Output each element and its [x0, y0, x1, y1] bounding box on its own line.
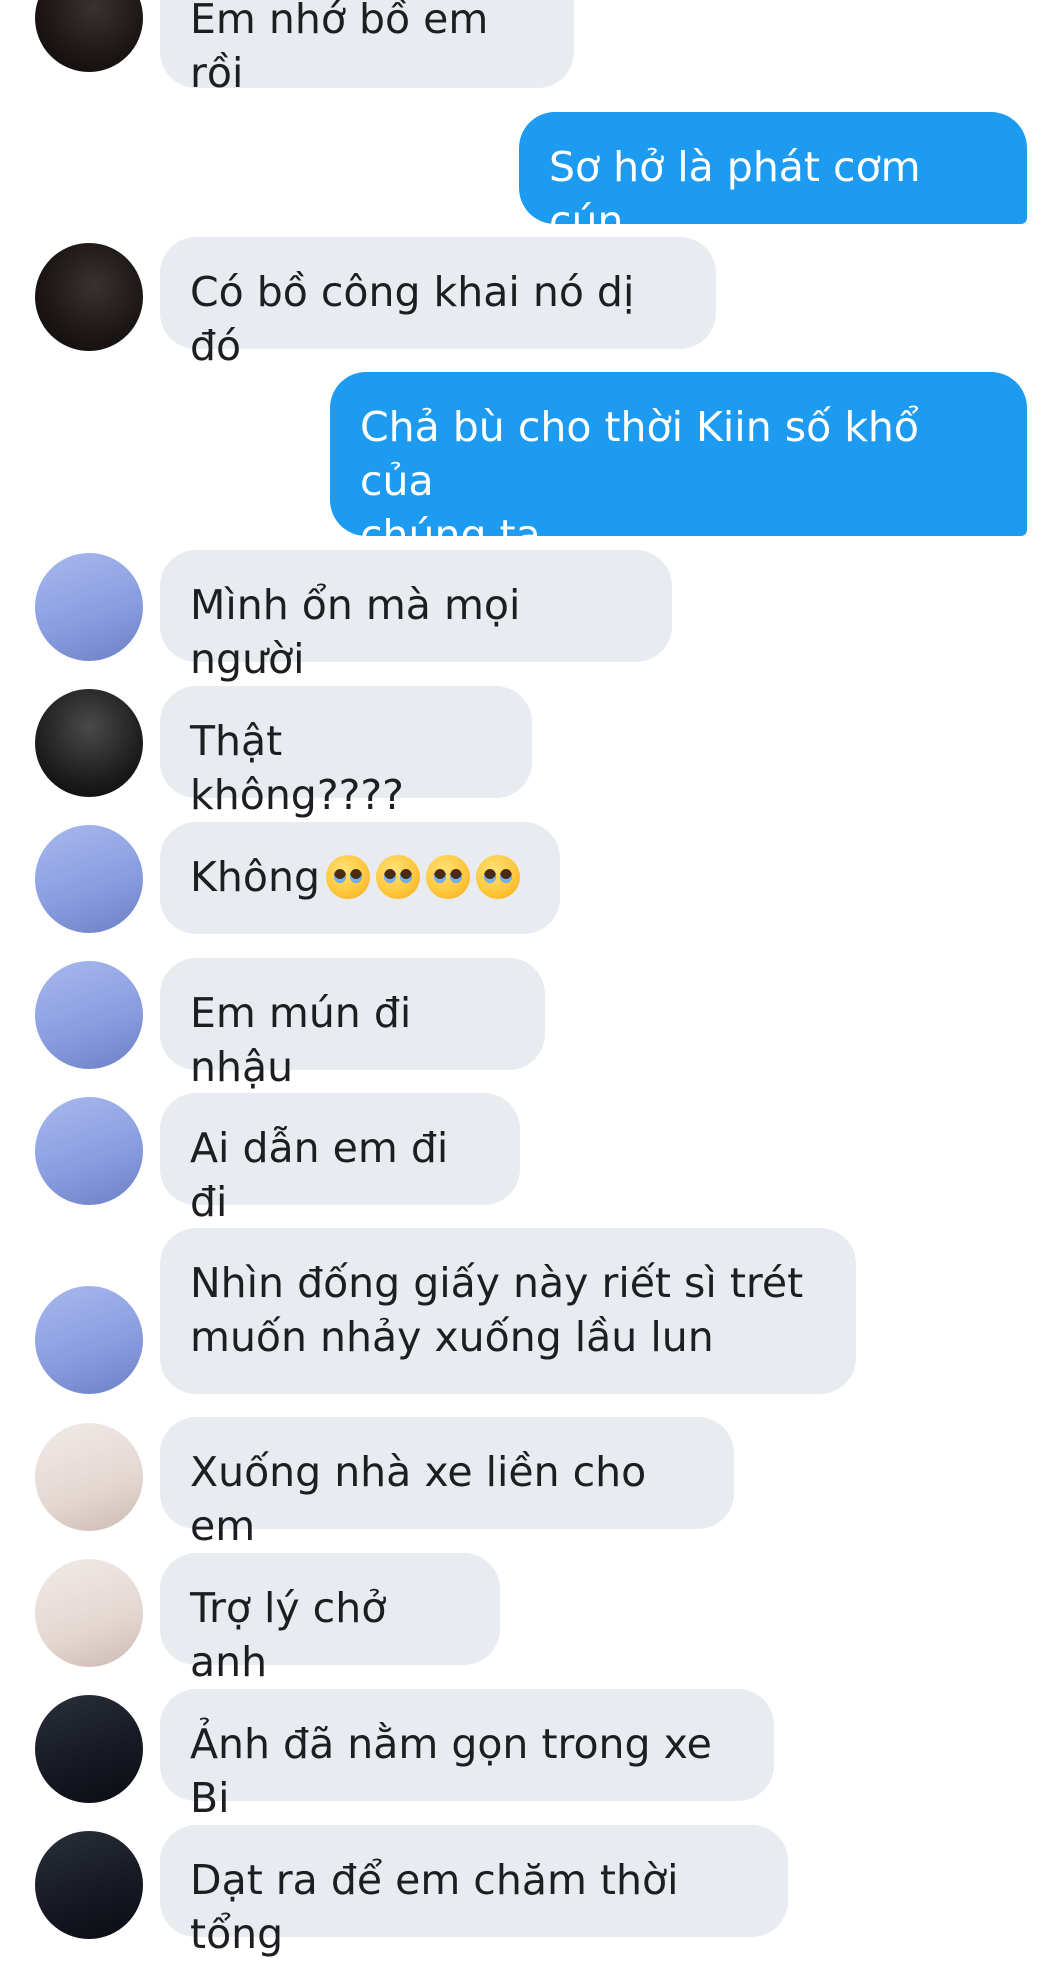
message-bubble[interactable]: Trợ lý chở anh — [160, 1553, 500, 1686]
avatar[interactable] — [35, 825, 143, 933]
message-bubble[interactable]: Xuống nhà xe liền cho em — [160, 1417, 734, 1550]
message-text: Ảnh đã nằm gọn trong xe Bi — [190, 1720, 725, 1822]
message-text: Ai dẫn em đi đi — [190, 1124, 462, 1226]
message-text: Có bồ công khai nó dị đó — [190, 268, 648, 370]
pleading-face-emoji — [375, 855, 420, 899]
message-bubble[interactable]: Em mún đi nhậu — [160, 958, 545, 1091]
message-bubble[interactable]: Không — [160, 822, 560, 934]
message-text: Không — [190, 853, 320, 901]
avatar[interactable] — [35, 1097, 143, 1205]
avatar[interactable] — [35, 1559, 143, 1667]
message-text: Em mún đi nhậu — [190, 989, 425, 1091]
message-text: Mình ổn mà mọi người — [190, 581, 534, 683]
message-bubble[interactable]: Có bồ công khai nó dị đó — [160, 237, 716, 370]
pleading-face-emoji — [325, 855, 370, 899]
chat-thread: Em nhớ bồ em rồi Sơ hở là phát cơm cún C… — [0, 0, 1063, 1958]
avatar[interactable] — [35, 961, 143, 1069]
avatar[interactable] — [35, 1695, 143, 1803]
pleading-face-emoji — [475, 855, 520, 899]
avatar[interactable] — [35, 0, 143, 72]
avatar[interactable] — [35, 1831, 143, 1939]
message-bubble[interactable]: Em nhớ bồ em rồi — [160, 0, 574, 97]
avatar[interactable] — [35, 1286, 143, 1394]
message-text: Nhìn đống giấy này riết sì trét muốn nhả… — [190, 1259, 804, 1361]
message-text: Thật không???? — [190, 717, 404, 819]
message-text: Em nhớ bồ em rồi — [190, 0, 502, 97]
pleading-face-emoji — [425, 855, 470, 899]
message-text: Xuống nhà xe liền cho em — [190, 1448, 660, 1550]
message-bubble[interactable]: Ai dẫn em đi đi — [160, 1093, 520, 1226]
message-bubble[interactable]: Thật không???? — [160, 686, 532, 819]
message-bubble[interactable]: Mình ổn mà mọi người — [160, 550, 672, 683]
message-bubble[interactable]: Ảnh đã nằm gọn trong xe Bi — [160, 1689, 774, 1822]
message-bubble[interactable]: Sơ hở là phát cơm cún — [519, 112, 1027, 245]
message-bubble[interactable]: Chả bù cho thời Kiin số khổ của chúng ta — [330, 372, 1027, 559]
message-bubble[interactable]: Dạt ra để em chăm thời tổng — [160, 1825, 788, 1958]
message-text: Sơ hở là phát cơm cún — [549, 143, 934, 245]
message-text: Trợ lý chở anh — [190, 1584, 400, 1686]
message-bubble[interactable]: Nhìn đống giấy này riết sì trét muốn nhả… — [160, 1228, 856, 1394]
message-text: Chả bù cho thời Kiin số khổ của chúng ta — [360, 403, 920, 559]
avatar[interactable] — [35, 243, 143, 351]
avatar[interactable] — [35, 553, 143, 661]
avatar[interactable] — [35, 1423, 143, 1531]
avatar[interactable] — [35, 689, 143, 797]
message-text: Dạt ra để em chăm thời tổng — [190, 1856, 692, 1958]
